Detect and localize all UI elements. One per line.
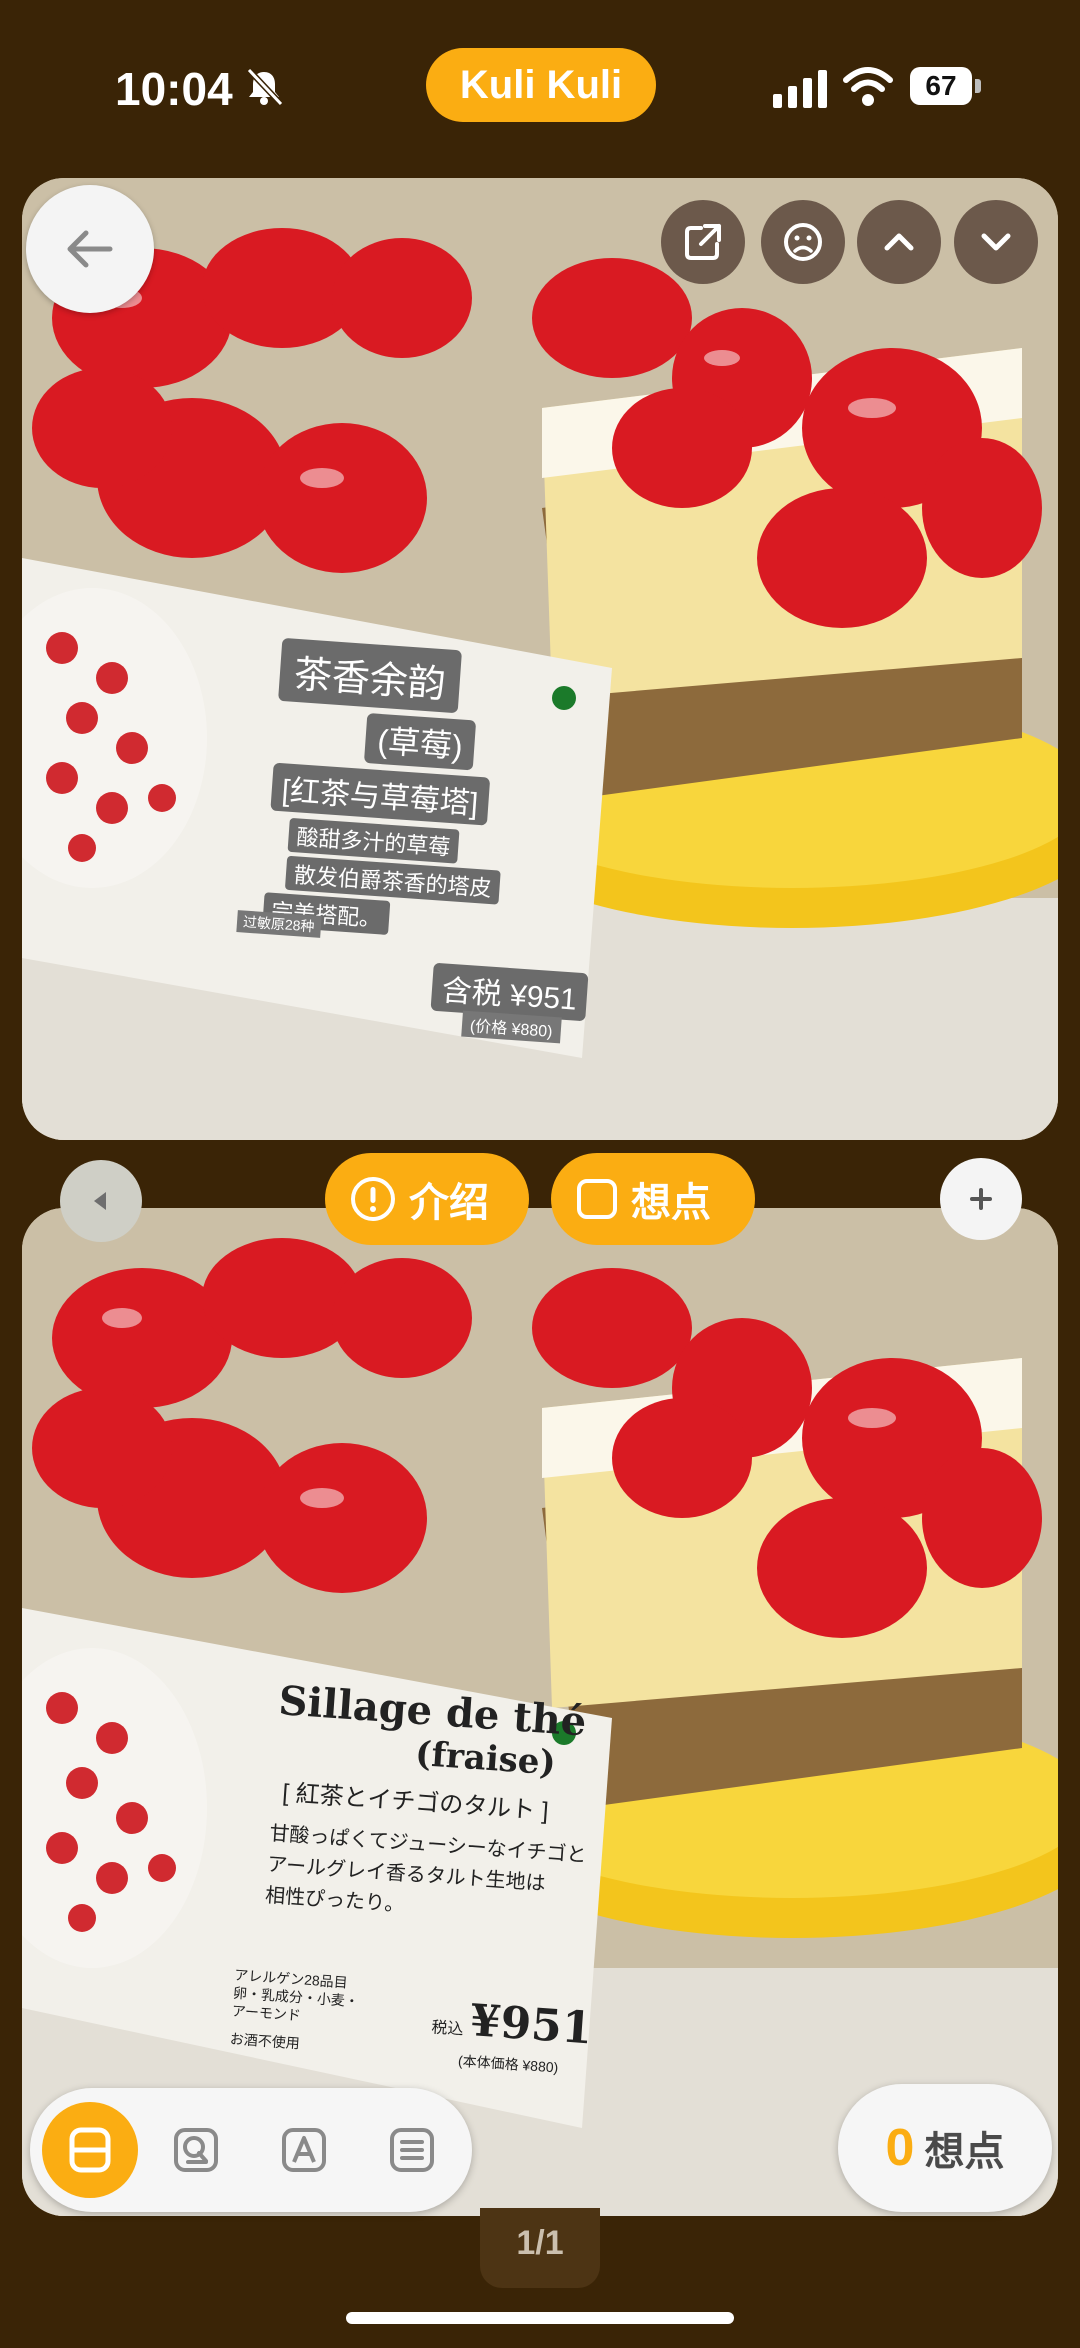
plus-icon [970,1188,992,1210]
previous-button[interactable] [60,1160,142,1242]
points-button-label: 想点 [631,1181,711,1225]
translate-q-icon [174,2128,218,2172]
wifi-icon [843,67,893,106]
intro-button-label: 介绍 [409,1181,489,1225]
chevron-down-icon [981,233,1011,251]
arrow-left-icon [67,230,113,268]
split-view-icon [69,2127,111,2173]
share-icon [685,224,721,260]
share-button[interactable] [661,200,745,284]
label-name: [红茶与草莓塔] [270,762,490,826]
intro-button[interactable]: 介绍 [325,1153,529,1245]
label-tax: 税込 [430,2019,465,2039]
label-subtitle: (草莓) [363,712,477,771]
home-indicator[interactable] [346,2312,734,2324]
add-button[interactable] [940,1158,1022,1240]
checkbox-icon [577,1179,617,1219]
back-button[interactable] [26,185,154,313]
status-time: 10:04 [115,63,233,115]
food-photo-bottom[interactable]: Sillage de thé (fraise) [ 紅茶とイチゴのタルト ] 甘… [22,1208,1058,2216]
battery-tip [975,79,981,93]
bottom-toolbar [30,2088,472,2212]
app-name-pill[interactable]: Kuli Kuli [426,48,656,122]
page-indicator: 1/1 [480,2208,600,2288]
food-photo-top[interactable]: 茶香余韵 (草莓) [红茶与草莓塔] 酸甜多汁的草莓 散发伯爵茶香的塔皮 完美搭… [22,178,1058,1140]
chevron-up-icon [884,233,914,251]
bell-off-icon [246,67,284,107]
points-count-value: 0 [885,2119,915,2177]
battery-level: 67 [910,67,972,105]
points-counter[interactable]: 0 想点 [838,2084,1052,2212]
scroll-up-button[interactable] [857,200,941,284]
label-title: 茶香余韵 [278,637,463,714]
triangle-left-icon [94,1192,106,1210]
label-price: ¥951 [468,1995,595,2055]
tool-text[interactable] [256,2102,352,2198]
list-icon [390,2128,434,2172]
text-a-icon [282,2128,326,2172]
tool-translate[interactable] [148,2102,244,2198]
points-button[interactable]: 想点 [551,1153,755,1245]
report-button[interactable] [761,200,845,284]
battery-indicator: 67 [910,67,982,105]
sad-face-icon [784,223,822,261]
tool-list[interactable] [364,2102,460,2198]
tool-split-view[interactable] [42,2102,138,2198]
signal-icon [773,70,827,108]
points-count-label: 想点 [924,2130,1005,2174]
info-circle-icon [351,1177,395,1221]
scroll-down-button[interactable] [954,200,1038,284]
